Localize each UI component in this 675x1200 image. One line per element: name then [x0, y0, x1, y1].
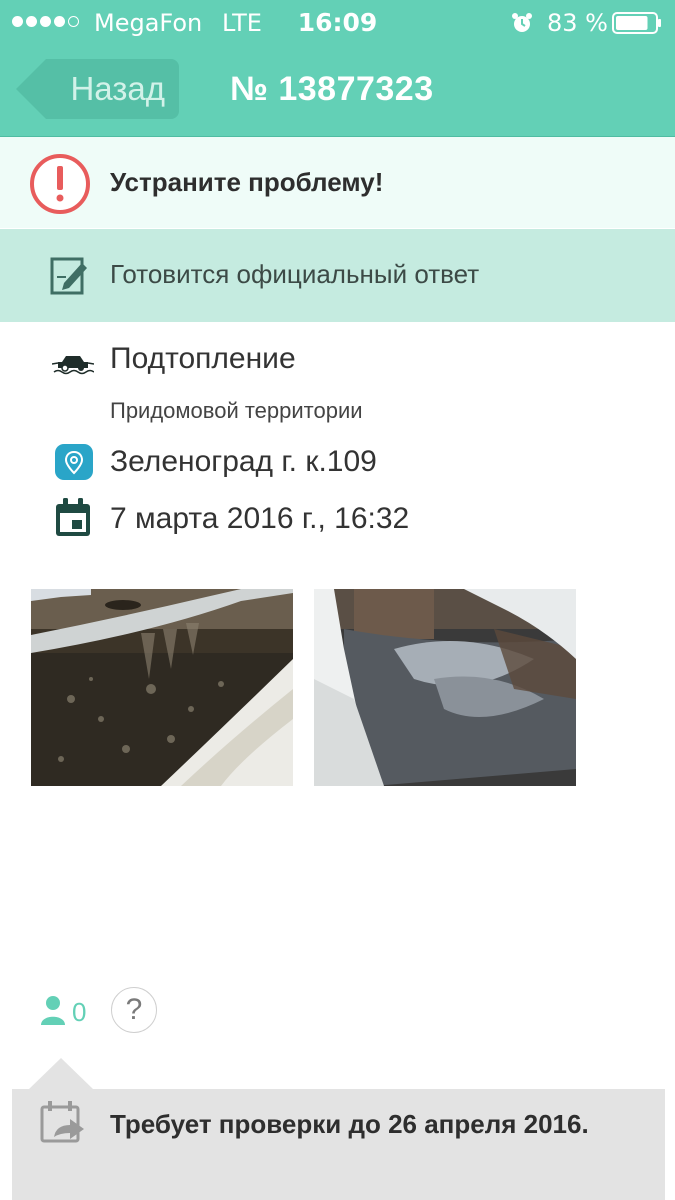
problem-category: Подтопление: [110, 342, 296, 375]
edit-document-icon: [48, 253, 92, 302]
car-flood-icon: [51, 352, 95, 381]
deadline-banner: Требует проверки до 26 апреля 2016.: [12, 1089, 665, 1200]
problem-address[interactable]: Зеленоград г. к.109: [110, 445, 377, 479]
calendar-icon: [54, 498, 92, 543]
battery-percentage: 83 %: [547, 9, 608, 37]
response-status-text: Готовится официальный ответ: [110, 259, 480, 289]
vote-count: 0: [72, 997, 87, 1027]
alert-banner: Устраните проблему!: [0, 137, 675, 228]
back-button[interactable]: Назад: [16, 59, 179, 119]
alarm-clock-icon: [510, 11, 534, 39]
deadline-text: Требует проверки до 26 апреля 2016.: [110, 1109, 589, 1139]
problem-subcategory: Придомовой территории: [110, 398, 363, 423]
help-button[interactable]: ?: [111, 987, 157, 1033]
page-title: № 13877323: [230, 70, 434, 108]
photo-thumbnail-1[interactable]: [31, 589, 293, 786]
calendar-forward-icon: [40, 1101, 88, 1154]
exclamation-circle-icon: [28, 152, 92, 221]
response-status[interactable]: Готовится официальный ответ: [0, 229, 675, 322]
user-icon: [40, 995, 66, 1030]
alert-message: Устраните проблему!: [110, 167, 384, 197]
battery-icon: [612, 12, 661, 34]
navigation-bar: Назад № 13877323: [0, 46, 675, 137]
photo-thumbnail-2[interactable]: [314, 589, 576, 786]
deadline-pointer: [28, 1058, 94, 1090]
problem-date: 7 марта 2016 г., 16:32: [110, 502, 410, 535]
map-pin-icon: [54, 443, 94, 486]
status-bar: MegaFon LTE 16:09 83 %: [0, 0, 675, 46]
